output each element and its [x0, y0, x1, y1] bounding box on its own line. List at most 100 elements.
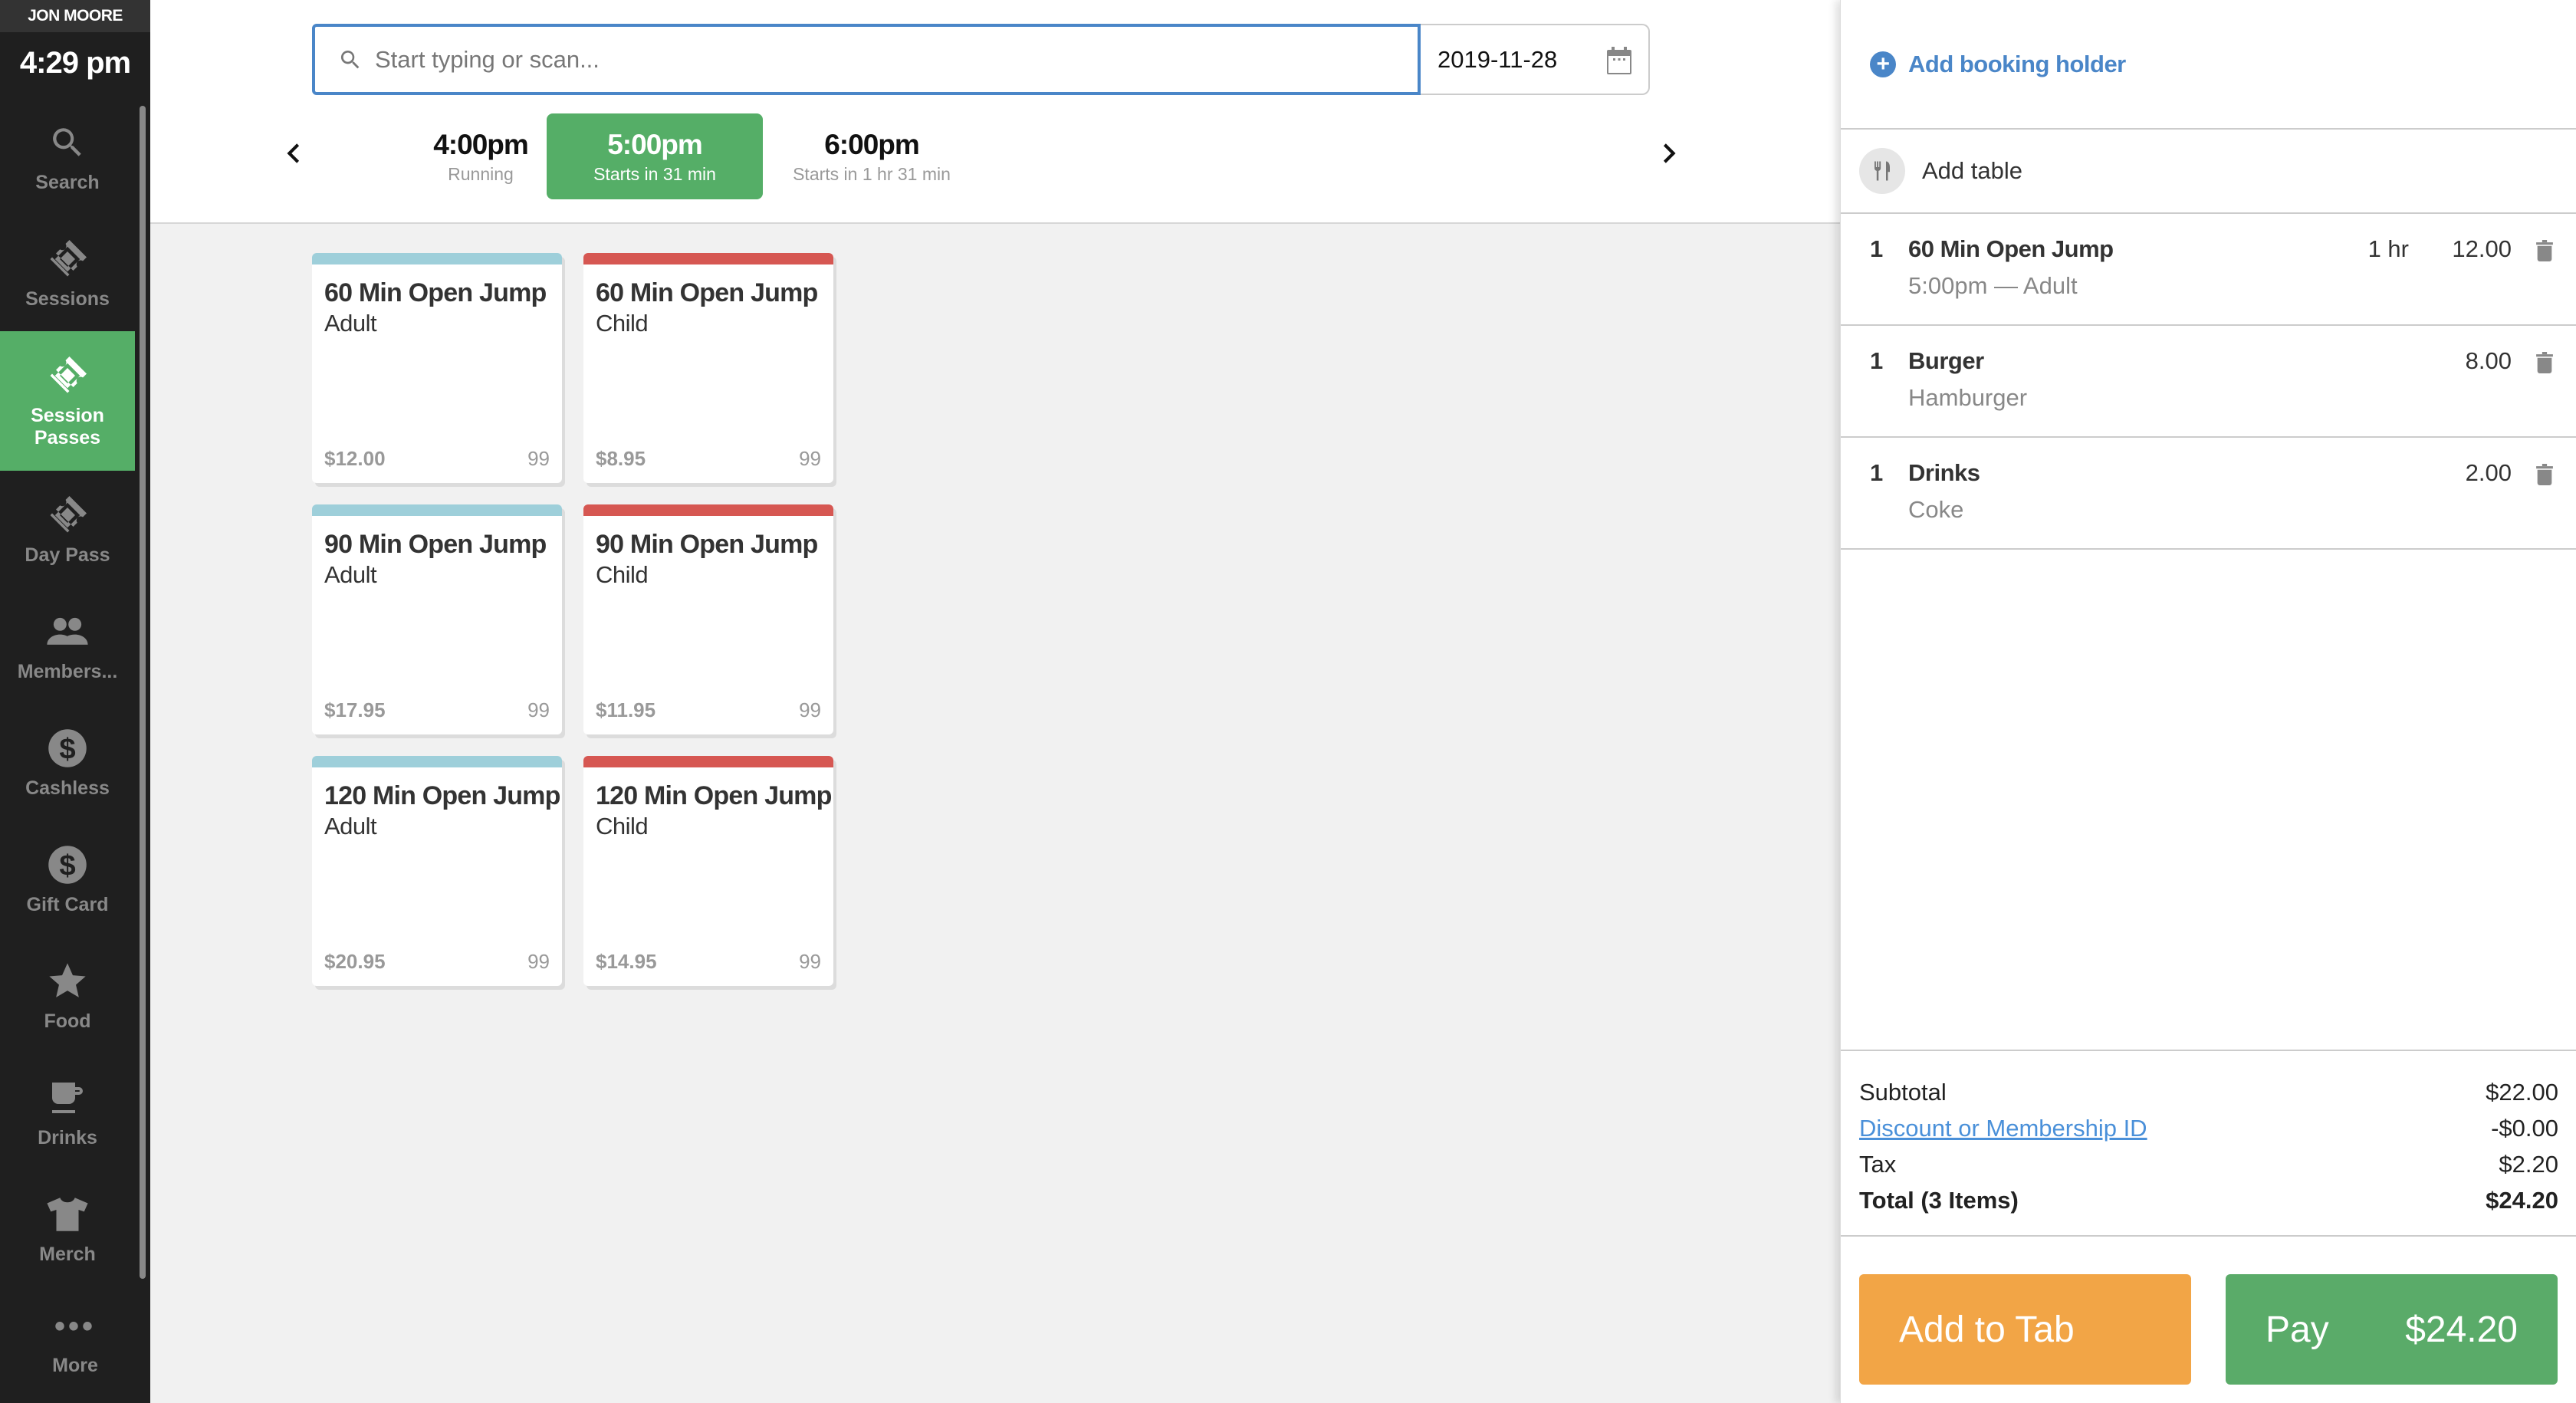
product-card[interactable]: 60 Min Open Jump Child $8.95 99: [583, 253, 833, 483]
sidebar-item-search[interactable]: Search: [0, 98, 135, 215]
product-card[interactable]: 90 Min Open Jump Adult $17.95 99: [312, 504, 562, 734]
sidebar-item-session-passes[interactable]: Session Passes: [0, 331, 135, 471]
chevron-right-icon: [1663, 143, 1676, 163]
line-name: Burger: [1908, 347, 1984, 374]
ticket-icon: [44, 492, 90, 538]
sidebar-item-day-pass[interactable]: Day Pass: [0, 471, 135, 587]
line-desc: 5:00pm — Adult: [1908, 272, 2078, 299]
search-icon: [338, 48, 363, 72]
sidebar-item-sessions[interactable]: Sessions: [0, 215, 135, 331]
category-bar-adult: [312, 504, 562, 516]
sidebar-item-merch[interactable]: Merch: [0, 1170, 135, 1286]
prev-slots-button[interactable]: [278, 130, 309, 176]
sidebar-item-more[interactable]: ••• More: [0, 1288, 150, 1403]
line-amount: 2.00: [2465, 459, 2512, 486]
product-price: $20.95: [324, 950, 386, 973]
chevron-left-icon: [287, 143, 300, 163]
sidebar: JON MOORE 4:29 pm Search Sessions Sessio…: [0, 0, 150, 1403]
sidebar-item-label: Members...: [17, 660, 118, 682]
trash-icon[interactable]: [2536, 352, 2553, 373]
product-type: Adult: [324, 310, 377, 337]
sidebar-item-cashless[interactable]: $ Cashless: [0, 704, 135, 820]
tax-row: Tax $2.20: [1859, 1146, 2558, 1182]
slot-time: 4:00pm: [433, 128, 529, 160]
people-icon: [44, 609, 90, 655]
product-price: $11.95: [596, 698, 656, 721]
product-type: Child: [596, 310, 649, 337]
line-duration: 1 hr: [2367, 235, 2409, 262]
cart-line-item[interactable]: 1 Burger Hamburger 8.00: [1841, 326, 2576, 438]
search-field[interactable]: [312, 24, 1421, 95]
cart-panel: + Add booking holder Add table 1 60 Min …: [1840, 0, 2576, 1403]
category-bar-adult: [312, 756, 562, 767]
product-name: 120 Min Open Jump: [596, 781, 832, 810]
pay-button[interactable]: Pay $24.20: [2226, 1274, 2558, 1385]
line-qty: 1: [1870, 235, 1884, 262]
sidebar-item-label: Cashless: [25, 777, 110, 799]
sidebar-item-label: Search: [35, 171, 100, 193]
product-price: $12.00: [324, 447, 386, 470]
product-card[interactable]: 120 Min Open Jump Adult $20.95 99: [312, 756, 562, 986]
product-stock: 99: [527, 950, 550, 973]
line-name: Drinks: [1908, 459, 1980, 486]
date-picker[interactable]: 2019-11-28: [1421, 24, 1650, 95]
line-qty: 1: [1870, 347, 1884, 374]
line-name: 60 Min Open Jump: [1908, 235, 2114, 262]
add-booking-holder-button[interactable]: + Add booking holder: [1841, 0, 2576, 130]
sidebar-scrollbar[interactable]: [140, 106, 146, 1279]
product-name: 120 Min Open Jump: [324, 781, 560, 810]
product-card[interactable]: 120 Min Open Jump Child $14.95 99: [583, 756, 833, 986]
cart-line-item[interactable]: 1 Drinks Coke 2.00: [1841, 438, 2576, 550]
next-slots-button[interactable]: [1654, 130, 1684, 176]
discount-link[interactable]: Discount or Membership ID: [1859, 1115, 2147, 1142]
add-to-tab-button[interactable]: Add to Tab: [1859, 1274, 2191, 1385]
clock: 4:29 pm: [19, 45, 131, 80]
category-bar-adult: [312, 253, 562, 264]
product-type: Adult: [324, 813, 377, 840]
add-table-button[interactable]: Add table: [1841, 130, 2576, 214]
category-bar-child: [583, 504, 833, 516]
time-slot-6pm[interactable]: 6:00pm Starts in 1 hr 31 min: [764, 113, 980, 199]
product-stock: 99: [799, 447, 821, 470]
more-dots-icon: •••: [54, 1309, 96, 1343]
trash-icon[interactable]: [2536, 240, 2553, 261]
subtotal-label: Subtotal: [1859, 1078, 1947, 1106]
sidebar-item-memberships[interactable]: Members...: [0, 587, 135, 704]
cart-line-item[interactable]: 1 60 Min Open Jump 5:00pm — Adult 1 hr 1…: [1841, 214, 2576, 326]
trash-icon[interactable]: [2536, 464, 2553, 485]
order-totals: Subtotal $22.00 Discount or Membership I…: [1841, 1050, 2576, 1237]
sidebar-item-food[interactable]: Food: [0, 937, 135, 1053]
slot-status: Starts in 1 hr 31 min: [793, 163, 951, 184]
product-name: 90 Min Open Jump: [324, 530, 547, 559]
calendar-icon[interactable]: [1607, 47, 1631, 74]
discount-row: Discount or Membership ID -$0.00: [1859, 1110, 2558, 1146]
line-qty: 1: [1870, 459, 1884, 486]
product-name: 60 Min Open Jump: [596, 278, 818, 307]
search-icon: [44, 120, 90, 166]
slot-time: 6:00pm: [824, 128, 920, 160]
time-slot-5pm[interactable]: 5:00pm Starts in 31 min: [547, 113, 763, 199]
search-input[interactable]: [375, 45, 1372, 74]
product-stock: 99: [799, 950, 821, 973]
product-name: 90 Min Open Jump: [596, 530, 818, 559]
svg-text:$: $: [59, 732, 75, 765]
product-card[interactable]: 60 Min Open Jump Adult $12.00 99: [312, 253, 562, 483]
product-stock: 99: [527, 447, 550, 470]
sidebar-item-label: Merch: [39, 1243, 96, 1265]
discount-value: -$0.00: [2491, 1114, 2558, 1142]
plus-circle-icon: +: [1870, 51, 1896, 77]
dollar-circle-icon: $: [44, 842, 90, 888]
subtotal-value: $22.00: [2486, 1078, 2558, 1106]
product-card[interactable]: 90 Min Open Jump Child $11.95 99: [583, 504, 833, 734]
sidebar-item-drinks[interactable]: Drinks: [0, 1053, 135, 1170]
total-value: $24.20: [2486, 1186, 2558, 1214]
pos-app: JON MOORE 4:29 pm Search Sessions Sessio…: [0, 0, 2576, 1403]
sidebar-item-gift-card[interactable]: $ Gift Card: [0, 820, 135, 937]
add-table-label: Add table: [1922, 157, 2022, 184]
tshirt-icon: [44, 1191, 90, 1237]
line-desc: Coke: [1908, 496, 1964, 523]
pay-label: Pay: [2266, 1309, 2329, 1350]
total-row: Total (3 Items) $24.20: [1859, 1182, 2558, 1218]
slot-status: Starts in 31 min: [593, 163, 716, 184]
product-type: Adult: [324, 561, 377, 588]
